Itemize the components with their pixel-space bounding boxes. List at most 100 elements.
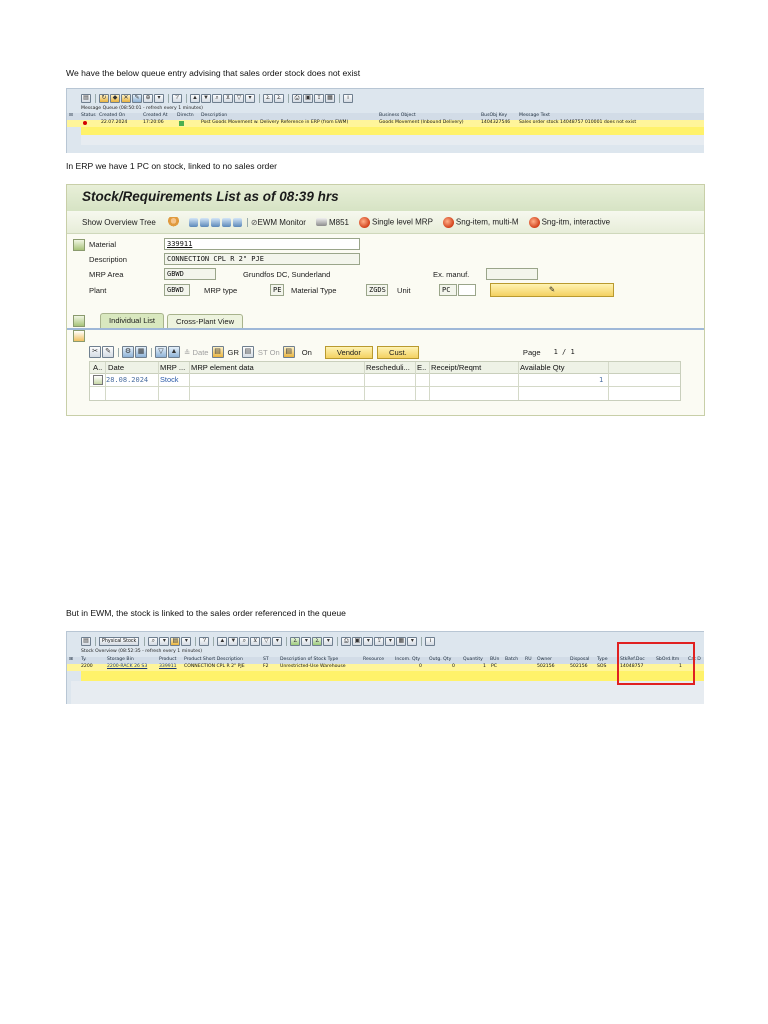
layout-select-icon[interactable]: ▦ (325, 93, 335, 103)
col-storage-bin[interactable]: Storage Bin (107, 657, 134, 662)
col-disposal[interactable]: Disposal (570, 657, 589, 662)
list-icon[interactable]: ▤ (170, 636, 181, 646)
m851-button[interactable]: M851 (315, 218, 349, 227)
dropdown-icon[interactable]: ▾ (272, 636, 283, 646)
on-button[interactable]: On (302, 348, 312, 357)
folder-icon[interactable] (73, 330, 85, 342)
col-rescheduling[interactable]: Rescheduli... (366, 362, 410, 373)
col-business-object[interactable]: Business Object (379, 113, 416, 118)
st-on-button[interactable]: ST On (258, 348, 280, 357)
col-ru[interactable]: RU (525, 657, 532, 662)
st-on-icon[interactable]: ▤ (241, 346, 254, 358)
pencil-icon[interactable]: ✎ (102, 346, 114, 358)
delete-icon[interactable]: ✕ (121, 93, 131, 103)
sort-asc-icon[interactable]: ▲ (217, 636, 228, 646)
col-st[interactable]: ST (263, 657, 269, 662)
filter-icon[interactable] (199, 217, 209, 227)
export-icon[interactable]: ⇪ (374, 636, 385, 646)
print-icon[interactable]: ⎙ (341, 636, 352, 646)
col-date[interactable]: Date (108, 362, 124, 373)
view-icon[interactable]: ▣ (303, 93, 313, 103)
help-icon[interactable]: ? (199, 636, 210, 646)
view-icon[interactable]: ▣ (352, 636, 363, 646)
sng-item-multi-button[interactable]: Sng-item, multi-M (442, 216, 519, 228)
process-icon[interactable]: ◆ (110, 93, 120, 103)
header-toggle-icon[interactable] (73, 239, 85, 251)
col-type2[interactable]: Type (597, 657, 608, 662)
view-icon[interactable] (210, 217, 220, 227)
subtotal-icon[interactable]: Σ (274, 93, 284, 103)
on-icon[interactable]: ▤ (282, 346, 295, 358)
dropdown-icon[interactable]: ▾ (159, 636, 170, 646)
dropdown-icon[interactable]: ▾ (154, 93, 164, 103)
help-icon[interactable]: ? (172, 93, 182, 103)
col-description[interactable]: Description (201, 113, 227, 118)
find-icon[interactable]: ⌕ (212, 93, 222, 103)
grid-icon[interactable]: ▦ (135, 346, 147, 358)
col-quantity[interactable]: Quantity (463, 657, 483, 662)
expand-icon[interactable] (73, 315, 85, 327)
unit-extra-field[interactable] (458, 284, 476, 296)
dropdown-icon[interactable]: ▾ (245, 93, 255, 103)
layout-icon[interactable]: ▤ (81, 93, 91, 103)
sort-asc-icon[interactable]: ▲ (190, 93, 200, 103)
select-all-icon[interactable]: ⊟ (69, 113, 73, 118)
funnel-icon[interactable]: ▽ (234, 93, 244, 103)
info-icon[interactable]: i (343, 93, 353, 103)
settings-icon[interactable]: ⚙ (122, 346, 134, 358)
info-icon[interactable]: i (425, 636, 436, 646)
tab-individual-list[interactable]: Individual List (100, 313, 165, 328)
refresh-icon[interactable] (188, 217, 198, 227)
dropdown-icon[interactable]: ▾ (363, 636, 374, 646)
zoom-icon[interactable]: ⌕ (148, 636, 159, 646)
detail-icon[interactable]: ⊕ (143, 93, 153, 103)
col-stock-type-description[interactable]: Description of Stock Type (280, 657, 338, 662)
person-icon[interactable] (167, 216, 179, 228)
gr-button[interactable]: GR (228, 348, 239, 357)
cell-product[interactable]: 339911 (159, 664, 177, 669)
vendor-button[interactable]: Vendor (324, 345, 373, 359)
scissors-icon[interactable]: ✂ (89, 346, 101, 358)
col-product-short-description[interactable]: Product Short Description (184, 657, 243, 662)
col-e[interactable]: E.. (417, 362, 426, 373)
material-field[interactable]: 339911 (164, 238, 360, 250)
col-incom-qty[interactable]: Incom. Qty (395, 657, 420, 662)
col-resource[interactable]: Resource (363, 657, 384, 662)
col-batch[interactable]: Batch (505, 657, 518, 662)
subtotal-icon[interactable]: Σ (312, 636, 323, 646)
edit-button[interactable]: ✎ (490, 283, 614, 297)
layout-select-icon[interactable]: ▦ (396, 636, 407, 646)
refresh-icon[interactable]: ↻ (99, 93, 109, 103)
dropdown-icon[interactable]: ▾ (323, 636, 334, 646)
print-icon[interactable]: ⎙ (292, 93, 302, 103)
col-direction[interactable]: Directn (177, 113, 194, 118)
dropdown-icon[interactable]: ▾ (407, 636, 418, 646)
col-message-text[interactable]: Message Text (519, 113, 550, 118)
sum-icon[interactable]: Σ (290, 636, 301, 646)
gr-icon[interactable]: ▤ (211, 346, 224, 358)
queue-row[interactable]: 22.07.2024 17:20:06 Post Goods Movement … (67, 120, 704, 127)
col-available-qty[interactable]: Available Qty (520, 362, 565, 373)
date-button[interactable]: ≗ Date (184, 348, 209, 357)
single-level-mrp-button[interactable]: Single level MRP (358, 216, 433, 228)
layout-icon[interactable]: ▤ (81, 636, 91, 646)
dropdown-icon[interactable]: ▾ (385, 636, 396, 646)
col-created-on[interactable]: Created On (99, 113, 125, 118)
funnel-icon[interactable]: ▽ (261, 636, 272, 646)
col-outg-qty[interactable]: Outg. Qty (429, 657, 451, 662)
col-created-at[interactable]: Created At (143, 113, 168, 118)
sum-icon[interactable]: Σ (263, 93, 273, 103)
up-icon[interactable]: ▲ (168, 346, 180, 358)
ewm-monitor-button[interactable]: ⊘EWM Monitor (251, 218, 306, 227)
dropdown-icon[interactable]: ▾ (301, 636, 312, 646)
col-status[interactable]: Status (81, 113, 96, 118)
show-overview-tree-button[interactable]: Show Overview Tree (82, 218, 156, 227)
edit-icon[interactable]: ✎ (132, 93, 142, 103)
filter-icon[interactable]: ⊻ (250, 636, 261, 646)
select-all-icon[interactable]: ⊞ (69, 657, 73, 662)
filter-icon[interactable]: ▽ (155, 346, 167, 358)
sort-desc-icon[interactable]: ▼ (228, 636, 239, 646)
sort-icon[interactable] (232, 217, 242, 227)
col-owner[interactable]: Owner (537, 657, 552, 662)
table-row[interactable]: 28.08.2024 Stock 1 (90, 374, 680, 386)
